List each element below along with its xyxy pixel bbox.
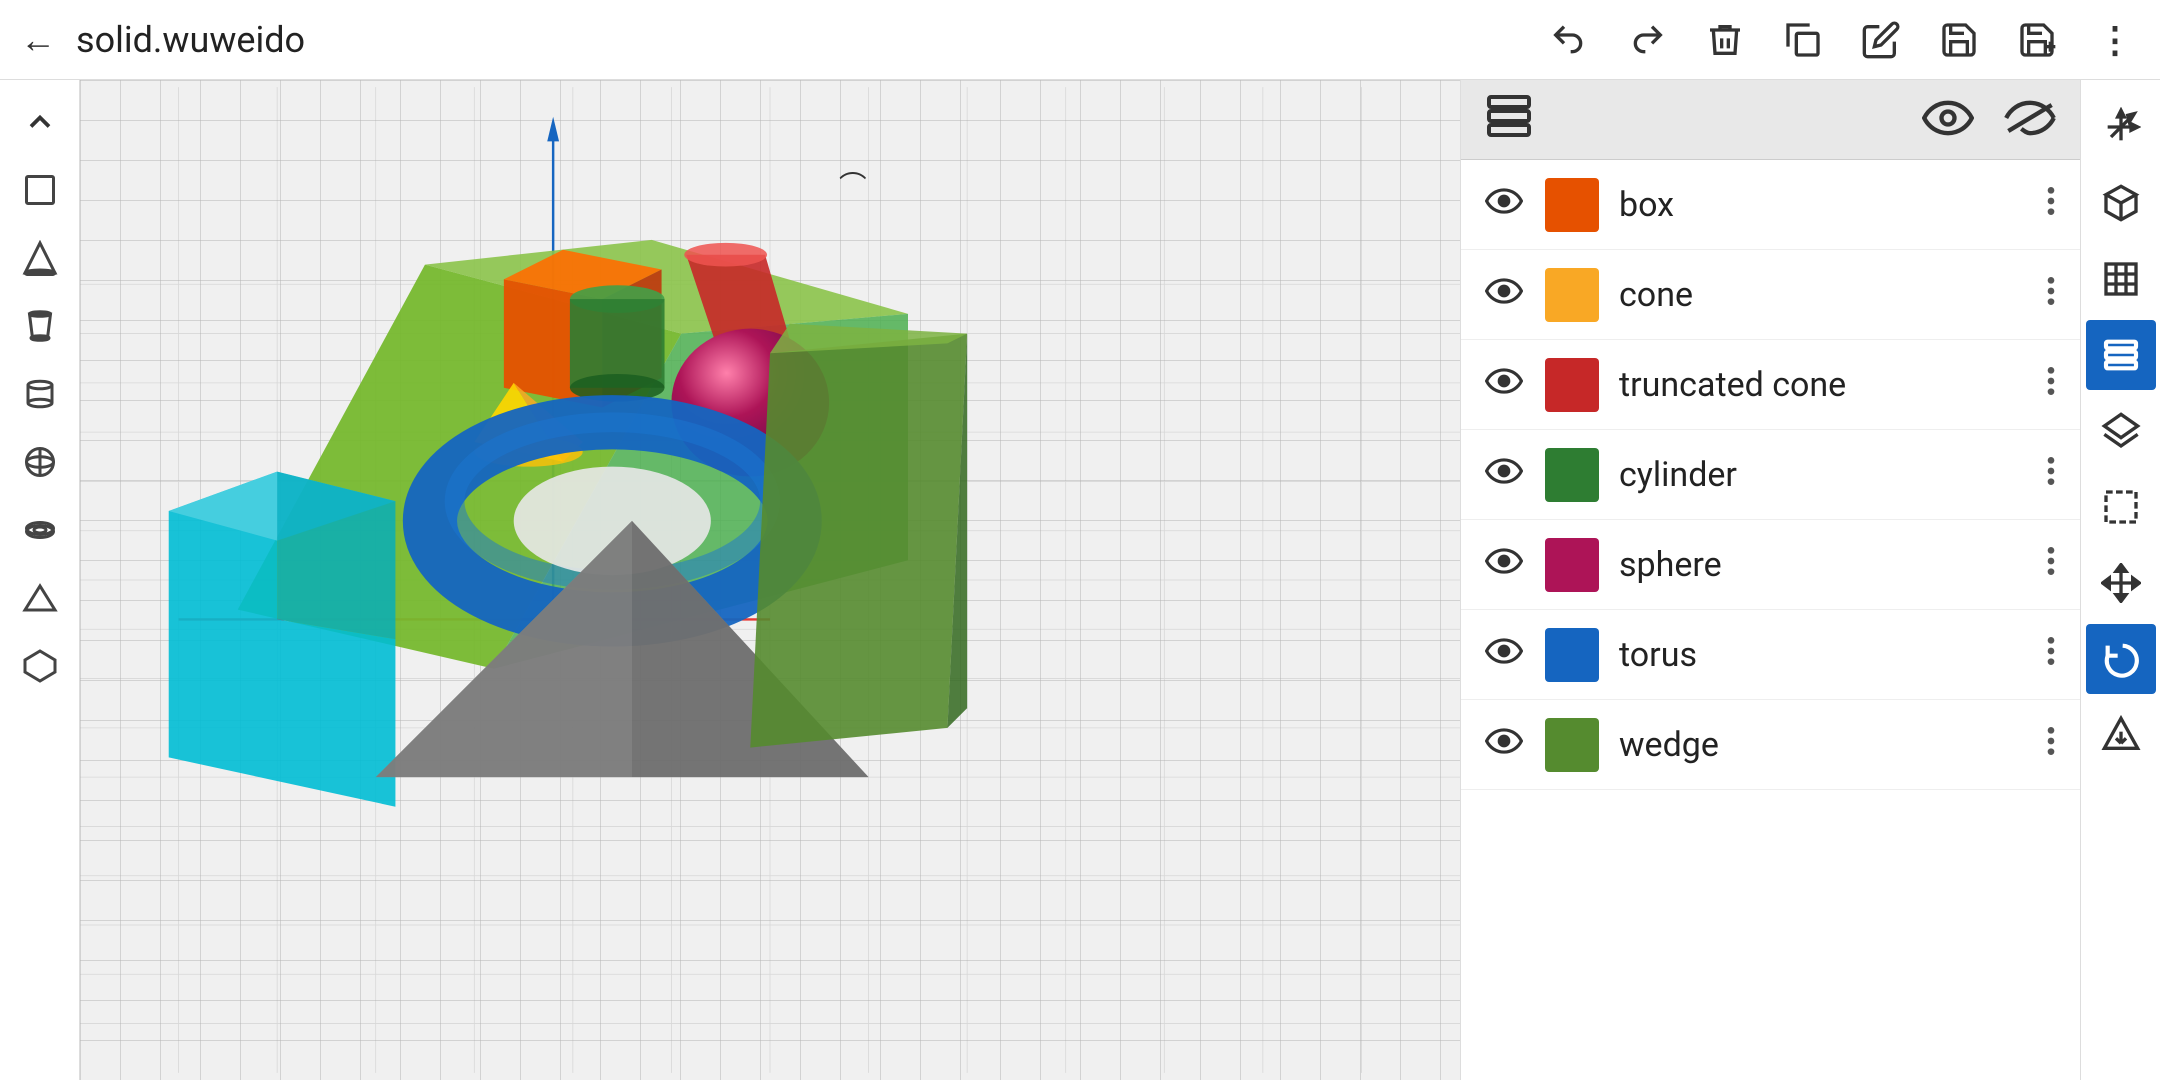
- far-right-toolbar: [2080, 80, 2160, 1080]
- object-more-button-2[interactable]: [2046, 365, 2056, 404]
- rotate-button[interactable]: [2086, 624, 2156, 694]
- save-add-button[interactable]: [2012, 15, 2062, 65]
- main-content: ⌒: [0, 80, 2160, 1080]
- object-item-cone: cone: [1461, 250, 2080, 340]
- visibility-icon-6[interactable]: [1485, 727, 1525, 762]
- right-panel: box cone truncated cone cylinder sphere …: [1460, 80, 2080, 1080]
- visibility-icon-0[interactable]: [1485, 187, 1525, 222]
- layers-button[interactable]: [2086, 396, 2156, 466]
- color-swatch-4: [1545, 538, 1599, 592]
- object-name-4: sphere: [1619, 545, 2026, 585]
- wedge-tool[interactable]: [10, 568, 70, 628]
- object-item-box: box: [1461, 160, 2080, 250]
- object-item-truncated-cone: truncated cone: [1461, 340, 2080, 430]
- page-title: solid.wuweido: [76, 19, 305, 61]
- object-name-2: truncated cone: [1619, 365, 2026, 405]
- visibility-icon-5[interactable]: [1485, 637, 1525, 672]
- color-swatch-3: [1545, 448, 1599, 502]
- visibility-icon-3[interactable]: [1485, 457, 1525, 492]
- color-swatch-1: [1545, 268, 1599, 322]
- torus-tool[interactable]: [10, 500, 70, 560]
- object-name-3: cylinder: [1619, 455, 2026, 495]
- trunc-cone-tool[interactable]: [10, 296, 70, 356]
- show-all-button[interactable]: [1922, 100, 1974, 140]
- object-item-cylinder: cylinder: [1461, 430, 2080, 520]
- import-button[interactable]: [2086, 700, 2156, 770]
- redo-button[interactable]: [1622, 15, 1672, 65]
- move-button[interactable]: [2086, 548, 2156, 618]
- save-button[interactable]: [1934, 15, 1984, 65]
- selection-button[interactable]: [2086, 472, 2156, 542]
- visibility-icon-1[interactable]: [1485, 277, 1525, 312]
- canvas-area[interactable]: ⌒: [80, 80, 1460, 1080]
- hide-all-button[interactable]: [2004, 100, 2056, 140]
- object-name-6: wedge: [1619, 725, 2026, 765]
- box-tool[interactable]: [10, 160, 70, 220]
- panel-header-visibility-icons: [1922, 100, 2056, 140]
- object-name-0: box: [1619, 185, 2026, 225]
- top-bar: ← solid.wuweido: [0, 0, 2160, 80]
- color-swatch-5: [1545, 628, 1599, 682]
- sphere-tool[interactable]: [10, 432, 70, 492]
- edit-button[interactable]: [1856, 15, 1906, 65]
- object-more-button-5[interactable]: [2046, 635, 2056, 674]
- panel-header: [1461, 80, 2080, 160]
- undo-button[interactable]: [1544, 15, 1594, 65]
- list-view-button[interactable]: [2086, 320, 2156, 390]
- duplicate-button[interactable]: [1778, 15, 1828, 65]
- object-more-button-3[interactable]: [2046, 455, 2056, 494]
- object-more-button-6[interactable]: [2046, 725, 2056, 764]
- panel-list-icon: [1485, 91, 1533, 149]
- grid-button[interactable]: [2086, 244, 2156, 314]
- object-list: box cone truncated cone cylinder sphere …: [1461, 160, 2080, 790]
- object-name-1: cone: [1619, 275, 2026, 315]
- back-button[interactable]: ←: [20, 19, 56, 61]
- left-toolbar: [0, 80, 80, 1080]
- object-item-wedge: wedge: [1461, 700, 2080, 790]
- top-bar-left: ← solid.wuweido: [20, 19, 305, 61]
- object-more-button-1[interactable]: [2046, 275, 2056, 314]
- color-swatch-6: [1545, 718, 1599, 772]
- 3d-axes-button[interactable]: [2086, 92, 2156, 162]
- visibility-icon-4[interactable]: [1485, 547, 1525, 582]
- collapse-tool[interactable]: [10, 92, 70, 152]
- object-item-torus: torus: [1461, 610, 2080, 700]
- delete-button[interactable]: [1700, 15, 1750, 65]
- cylinder-tool[interactable]: [10, 364, 70, 424]
- top-bar-actions: ⋮: [1544, 15, 2140, 65]
- object-name-5: torus: [1619, 635, 2026, 675]
- visibility-icon-2[interactable]: [1485, 367, 1525, 402]
- object-item-sphere: sphere: [1461, 520, 2080, 610]
- color-swatch-0: [1545, 178, 1599, 232]
- cone-tool[interactable]: [10, 228, 70, 288]
- more-button[interactable]: ⋮: [2090, 15, 2140, 65]
- object-more-button-0[interactable]: [2046, 185, 2056, 224]
- svg-text:⌒: ⌒: [839, 170, 867, 203]
- object-more-button-4[interactable]: [2046, 545, 2056, 584]
- prism-tool[interactable]: [10, 636, 70, 696]
- 3d-view-button[interactable]: [2086, 168, 2156, 238]
- color-swatch-2: [1545, 358, 1599, 412]
